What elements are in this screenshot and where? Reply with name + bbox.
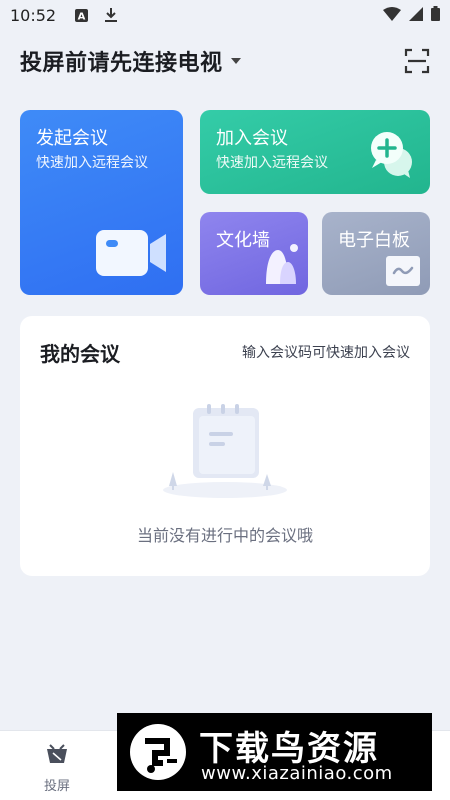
start-meeting-title: 发起会议 — [36, 128, 108, 149]
battery-icon — [431, 5, 440, 25]
culture-wall-card[interactable]: 文化墙 — [200, 212, 308, 295]
enter-meeting-code-link[interactable]: 输入会议码可快速加入会议 — [242, 342, 410, 362]
scan-icon[interactable] — [404, 48, 430, 74]
dropdown-icon[interactable] — [230, 58, 241, 64]
tab-cast[interactable]: 投屏 — [30, 743, 84, 794]
culture-wall-icon — [266, 244, 298, 284]
chat-add-icon — [371, 132, 412, 178]
a-notification-icon: A — [74, 8, 88, 22]
join-meeting-subtitle: 快速加入远程会议 — [216, 155, 328, 171]
watermark-banner: 下载鸟资源 www.xiazainiao.com — [117, 713, 432, 791]
wifi-icon — [383, 6, 401, 25]
start-meeting-subtitle: 快速加入远程会议 — [36, 155, 148, 171]
signal-icon — [409, 6, 423, 25]
start-meeting-card[interactable]: 发起会议 快速加入远程会议 — [20, 110, 183, 295]
empty-calendar-icon — [163, 404, 287, 498]
svg-text:A: A — [77, 11, 85, 22]
whiteboard-title: 电子白板 — [338, 230, 410, 251]
bird-logo-icon — [130, 724, 186, 780]
empty-meetings-text: 当前没有进行中的会议哦 — [136, 526, 313, 545]
my-meetings-panel: 我的会议 输入会议码可快速加入会议 当前没有进行中的会议哦 — [20, 316, 430, 576]
download-icon — [104, 8, 118, 22]
tab-cast-label: 投屏 — [43, 779, 70, 794]
status-bar: 10:52 A — [0, 0, 450, 30]
watermark-url: www.xiazainiao.com — [201, 763, 393, 784]
join-meeting-title: 加入会议 — [216, 128, 288, 149]
whiteboard-card[interactable]: 电子白板 — [322, 212, 430, 295]
cast-icon — [47, 744, 67, 763]
join-meeting-card[interactable]: 加入会议 快速加入远程会议 — [200, 110, 430, 194]
status-time: 10:52 — [10, 5, 57, 25]
header: 投屏前请先连接电视 — [20, 42, 430, 80]
whiteboard-icon — [386, 256, 420, 286]
connect-tv-selector[interactable]: 投屏前请先连接电视 — [20, 45, 223, 77]
video-camera-icon — [96, 230, 166, 276]
my-meetings-title: 我的会议 — [40, 342, 120, 366]
